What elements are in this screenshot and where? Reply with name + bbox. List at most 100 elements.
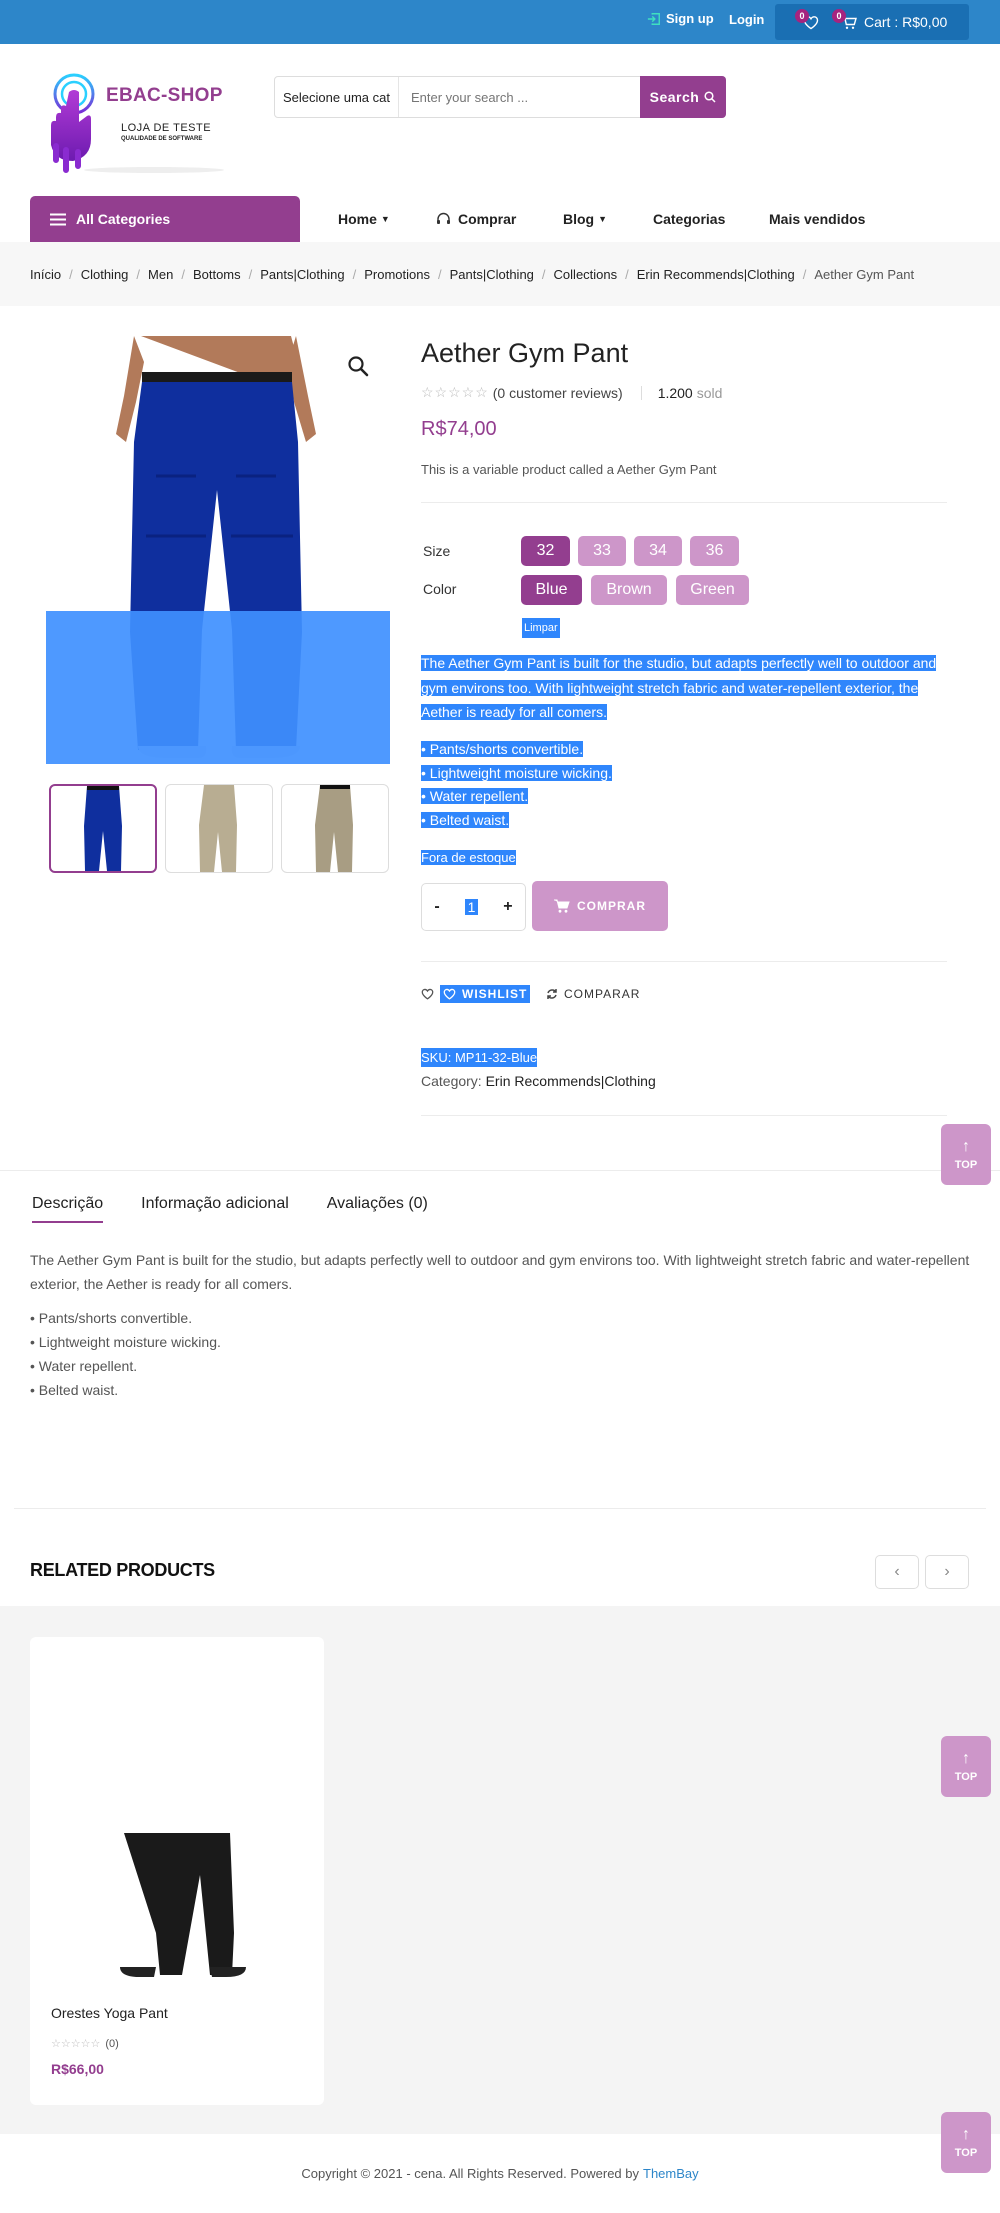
- product-card[interactable]: [30, 1637, 324, 2105]
- star-rating-icon: ☆☆☆☆☆: [421, 384, 489, 400]
- color-option-blue[interactable]: Blue: [521, 575, 582, 605]
- zoom-icon[interactable]: [346, 354, 370, 378]
- hamburger-icon: [50, 213, 66, 225]
- selection-highlight: [46, 611, 390, 764]
- feature-item: • Lightweight moisture wicking.: [30, 1334, 221, 1350]
- product-category: Category: Erin Recommends|Clothing: [421, 1073, 656, 1089]
- compare-button[interactable]: COMPARAR: [546, 987, 640, 1001]
- logo-tagline: LOJA DE TESTE: [121, 122, 212, 134]
- search-button[interactable]: Search: [640, 76, 726, 118]
- add-to-cart-label: COMPRAR: [577, 899, 646, 913]
- search-input[interactable]: [399, 77, 640, 117]
- carousel-next-button[interactable]: ›: [925, 1555, 969, 1589]
- divider: [421, 502, 947, 503]
- color-option-brown[interactable]: Brown: [591, 575, 667, 605]
- qty-input[interactable]: 1: [464, 899, 479, 915]
- back-to-top-label: TOP: [954, 1159, 978, 1171]
- carousel-prev-button[interactable]: ‹: [875, 1555, 919, 1589]
- wishlist-button[interactable]: WISHLIST: [421, 985, 531, 1003]
- clear-selection-link[interactable]: Limpar: [522, 618, 560, 638]
- size-option-36[interactable]: 36: [690, 536, 739, 566]
- cart-label: Cart : R$0,00: [864, 14, 948, 30]
- breadcrumb-current: Aether Gym Pant: [814, 266, 915, 282]
- description-text: The Aether Gym Pant is built for the stu…: [421, 655, 937, 720]
- quantity-stepper: - 1 +: [421, 883, 526, 931]
- signup-label: Sign up: [666, 11, 714, 26]
- breadcrumb-item[interactable]: Bottoms: [193, 267, 241, 282]
- product-thumbnail[interactable]: [281, 784, 389, 873]
- nav-blog-label: Blog: [563, 211, 595, 227]
- nav-blog[interactable]: Blog ▼: [563, 196, 607, 242]
- breadcrumb-item[interactable]: Promotions: [364, 267, 430, 282]
- signup-link[interactable]: Sign up: [647, 11, 714, 26]
- thumbnail-khaki-pant: [315, 785, 353, 872]
- size-option-32[interactable]: 32: [521, 536, 570, 566]
- back-to-top-label: TOP: [954, 2147, 978, 2159]
- cart-button[interactable]: 0 0 Cart : R$0,00: [775, 4, 969, 40]
- tab-informacao-adicional[interactable]: Informação adicional: [141, 1195, 289, 1223]
- breadcrumb-item[interactable]: Pants|Clothing: [260, 267, 344, 282]
- cart-count-badge: 0: [832, 9, 846, 23]
- breadcrumb: Início / Clothing / Men / Bottoms / Pants|Cl…: [0, 242, 1000, 306]
- tab-avaliacoes[interactable]: Avaliações (0): [327, 1195, 428, 1223]
- size-option-33[interactable]: 33: [578, 536, 626, 566]
- breadcrumb-item[interactable]: Erin Recommends|Clothing: [637, 267, 795, 282]
- back-to-top-label: TOP: [954, 1771, 978, 1783]
- feature-item: • Water repellent.: [30, 1358, 138, 1374]
- add-to-cart-button[interactable]: COMPRAR: [532, 881, 668, 931]
- size-label: Size: [423, 543, 451, 559]
- search-bar: Selecione uma cat Search: [274, 76, 726, 118]
- product-card-name[interactable]: Orestes Yoga Pant: [51, 2005, 168, 2021]
- tab-descricao[interactable]: Descrição: [32, 1195, 104, 1223]
- wishlist-label: WISHLIST: [462, 987, 528, 1001]
- breadcrumb-item[interactable]: Men: [148, 267, 173, 282]
- search-category-select[interactable]: Selecione uma cat: [275, 77, 399, 117]
- product-thumbnail[interactable]: [49, 784, 157, 873]
- tab-feature-list: • Pants/shorts convertible. • Lightweigh…: [30, 1306, 221, 1402]
- back-to-top-button[interactable]: ↑ TOP: [941, 2112, 991, 2173]
- breadcrumb-item[interactable]: Início: [30, 267, 61, 282]
- feature-item: • Pants/shorts convertible.: [421, 741, 584, 757]
- back-to-top-button[interactable]: ↑ TOP: [941, 1736, 991, 1797]
- stock-status: Fora de estoque: [421, 846, 941, 871]
- site-logo[interactable]: EBAC-SHOP LOJA DE TESTE QUALIDADE DE SOF…: [44, 72, 230, 180]
- size-option-34[interactable]: 34: [634, 536, 682, 566]
- feature-list: • Pants/shorts convertible. • Lightweigh…: [421, 738, 941, 832]
- feature-item: • Belted waist.: [30, 1382, 119, 1398]
- product-thumbnail[interactable]: [165, 784, 273, 873]
- footer: Copyright © 2021 - cena. All Rights Rese…: [0, 2134, 1000, 2213]
- search-button-label: Search: [649, 89, 700, 105]
- caret-down-icon: ▼: [380, 214, 390, 224]
- compare-label: COMPARAR: [564, 987, 641, 1001]
- review-count-link[interactable]: (0 customer reviews): [493, 385, 623, 401]
- arrow-up-icon: ↑: [962, 1750, 970, 1767]
- nav-comprar[interactable]: Comprar: [436, 196, 516, 242]
- qty-increase-button[interactable]: +: [503, 898, 512, 916]
- qty-decrease-button[interactable]: -: [434, 898, 439, 916]
- heart-icon: [421, 988, 434, 1000]
- thumbnail-blue-pant: [84, 786, 122, 871]
- nav-categorias[interactable]: Categorias: [653, 196, 725, 242]
- category-label: Category:: [421, 1073, 482, 1089]
- logo-tagline-2: QUALIDADE DE SOFTWARE: [121, 136, 203, 142]
- color-option-green[interactable]: Green: [676, 575, 749, 605]
- arrow-up-icon: ↑: [962, 1138, 970, 1155]
- nav-mais-vendidos[interactable]: Mais vendidos: [769, 196, 865, 242]
- footer-link[interactable]: ThemBay: [643, 2166, 699, 2181]
- cart-icon: [554, 899, 570, 913]
- login-link[interactable]: Login: [729, 12, 764, 27]
- back-to-top-button[interactable]: ↑ TOP: [941, 1124, 991, 1185]
- nav-comprar-label: Comprar: [458, 211, 517, 227]
- caret-down-icon: ▼: [598, 214, 608, 224]
- breadcrumb-item[interactable]: Clothing: [81, 267, 129, 282]
- divider: [421, 1115, 947, 1116]
- star-rating-icon: ☆☆☆☆☆: [51, 2038, 101, 2050]
- thumbnail-khaki-pant: [199, 785, 237, 872]
- nav-home[interactable]: Home ▼: [338, 196, 390, 242]
- breadcrumb-item[interactable]: Collections: [554, 267, 618, 282]
- all-categories-button[interactable]: All Categories: [30, 196, 300, 242]
- category-link[interactable]: Erin Recommends|Clothing: [486, 1073, 656, 1089]
- signin-icon: [647, 12, 660, 25]
- product-card-price: R$66,00: [51, 2061, 104, 2077]
- breadcrumb-item[interactable]: Pants|Clothing: [450, 267, 534, 282]
